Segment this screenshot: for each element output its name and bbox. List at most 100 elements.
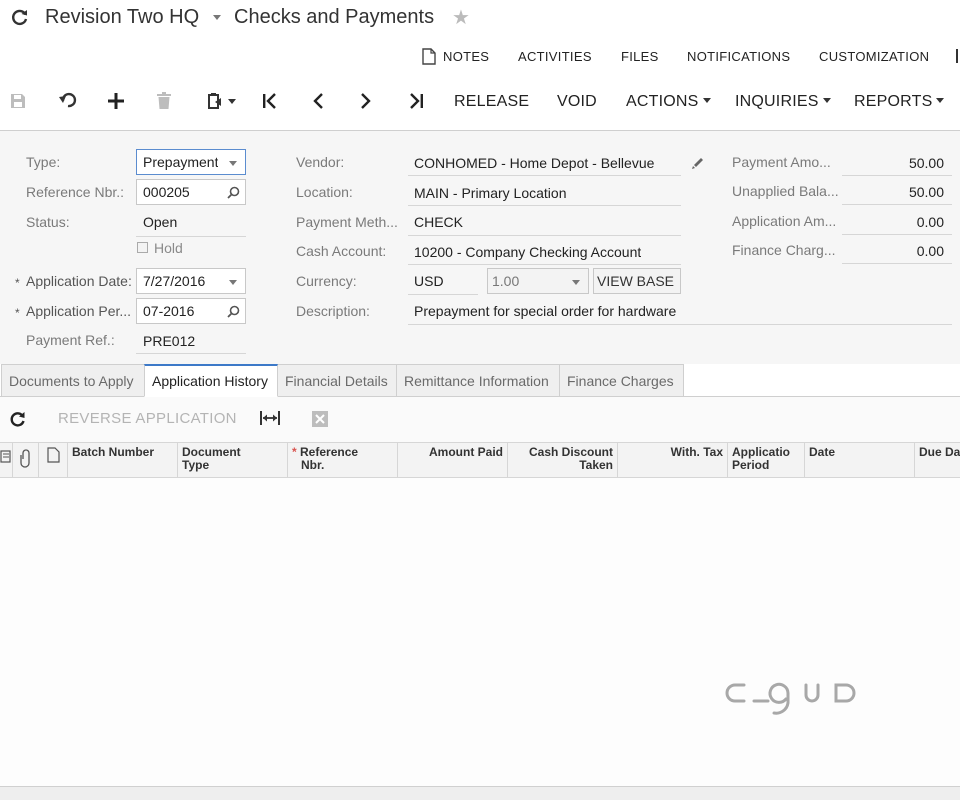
col-application-period-label-2: Period	[732, 458, 770, 472]
type-caret-icon	[229, 161, 237, 166]
required-star: *	[292, 445, 297, 459]
currency-value[interactable]: USD	[414, 273, 444, 289]
col-cash-discount-label-1: Cash Discount	[528, 445, 613, 459]
cloud-watermark-logo	[725, 682, 856, 715]
next-record-icon[interactable]	[355, 89, 377, 113]
description-value[interactable]: Prepayment for special order for hardwar…	[414, 303, 676, 319]
currency-label: Currency:	[296, 273, 357, 289]
cash-account-underline	[408, 264, 681, 265]
app-date-value: 7/27/2016	[143, 273, 206, 289]
notes-icon[interactable]	[422, 48, 436, 65]
payment-amount-label: Payment Amo...	[732, 154, 831, 170]
finance-charges-underline	[842, 263, 952, 264]
type-value: Prepayment	[143, 154, 219, 170]
attachment-column[interactable]	[13, 443, 39, 477]
col-document-type[interactable]: Document Type	[178, 443, 288, 477]
first-record-icon[interactable]	[259, 89, 281, 113]
currency-rate-caret-icon	[572, 280, 580, 285]
unapplied-balance-underline	[842, 204, 952, 205]
unapplied-balance-label: Unapplied Bala...	[732, 183, 839, 199]
currency-rate-field[interactable]: 1.00	[487, 268, 589, 294]
vendor-label: Vendor:	[296, 154, 345, 170]
notes-link[interactable]: NOTES	[443, 49, 489, 64]
payment-amount-underline	[842, 175, 952, 176]
company-caret-icon[interactable]	[213, 15, 221, 20]
note-column[interactable]	[39, 443, 68, 477]
col-due-date-label: Due Dat	[919, 445, 960, 459]
reverse-application-button[interactable]: REVERSE APPLICATION	[58, 410, 237, 427]
required-marker: *	[15, 276, 20, 290]
vendor-underline	[408, 175, 681, 176]
inquiries-label: INQUIRIES	[735, 93, 819, 110]
refresh-icon[interactable]	[10, 7, 30, 27]
paperclip-icon	[20, 449, 30, 468]
edit-pencil-icon[interactable]	[691, 155, 706, 170]
location-underline	[408, 205, 681, 206]
clipboard-icon[interactable]	[203, 89, 239, 113]
col-batch-number[interactable]: Batch Number	[68, 443, 178, 477]
actions-menu[interactable]: ACTIONS	[626, 93, 711, 111]
star-icon[interactable]: ★	[452, 5, 470, 30]
reports-caret-icon	[936, 97, 945, 103]
col-amount-paid[interactable]: Amount Paid	[398, 443, 508, 477]
activities-link[interactable]: ACTIVITIES	[518, 49, 592, 64]
col-with-tax-label: With. Tax	[670, 445, 723, 459]
company-name[interactable]: Revision Two HQ	[45, 6, 199, 29]
reports-menu[interactable]: REPORTS	[854, 93, 945, 111]
app-date-field[interactable]: 7/27/2016	[136, 268, 246, 294]
payment-method-value[interactable]: CHECK	[414, 214, 463, 230]
hold-checkbox[interactable]	[137, 242, 148, 253]
col-date[interactable]: Date	[805, 443, 915, 477]
location-value[interactable]: MAIN - Primary Location	[414, 185, 566, 201]
row-selector-column[interactable]	[0, 443, 13, 477]
export-excel-icon[interactable]	[311, 410, 329, 428]
col-reference-nbr[interactable]: * Reference Nbr.	[288, 443, 398, 477]
tab-remittance-information[interactable]: Remittance Information	[396, 364, 560, 397]
delete-icon[interactable]	[153, 89, 175, 113]
files-link[interactable]: FILES	[621, 49, 659, 64]
undo-icon[interactable]	[57, 89, 79, 113]
release-button[interactable]: RELEASE	[454, 93, 529, 111]
actions-label: ACTIONS	[626, 93, 699, 110]
ref-nbr-search-icon[interactable]	[227, 186, 240, 199]
col-with-tax[interactable]: With. Tax	[618, 443, 728, 477]
app-date-caret-icon[interactable]	[229, 280, 237, 285]
save-icon[interactable]	[7, 89, 29, 113]
customization-link[interactable]: CUSTOMIZATION	[819, 49, 929, 64]
col-application-period[interactable]: Applicatio Period	[728, 443, 805, 477]
grid-refresh-icon[interactable]	[9, 410, 27, 428]
ref-nbr-field[interactable]: 000205	[136, 179, 246, 205]
notifications-link[interactable]: NOTIFICATIONS	[687, 49, 790, 64]
fit-columns-icon[interactable]	[259, 410, 281, 426]
payment-amount-value: 50.00	[908, 155, 944, 171]
last-record-icon[interactable]	[405, 89, 427, 113]
add-icon[interactable]	[105, 89, 127, 113]
cash-account-value[interactable]: 10200 - Company Checking Account	[414, 244, 641, 260]
previous-record-icon[interactable]	[307, 89, 329, 113]
ref-nbr-value: 000205	[143, 184, 190, 200]
payment-ref-label: Payment Ref.:	[26, 332, 115, 348]
app-period-search-icon[interactable]	[227, 305, 240, 318]
location-label: Location:	[296, 184, 353, 200]
payment-ref-value[interactable]: PRE012	[143, 333, 195, 349]
col-reference-nbr-label-1: Reference	[300, 445, 359, 459]
view-base-button[interactable]: VIEW BASE	[593, 268, 681, 294]
app-period-field[interactable]: 07-2016	[136, 298, 246, 324]
col-reference-nbr-label-2: Nbr.	[301, 458, 325, 472]
tab-application-history[interactable]: Application History	[144, 364, 278, 397]
col-cash-discount-taken[interactable]: Cash Discount Taken	[508, 443, 618, 477]
tab-finance-charges[interactable]: Finance Charges	[559, 364, 684, 397]
tab-financial-details[interactable]: Financial Details	[277, 364, 397, 397]
type-select[interactable]: Prepayment	[136, 149, 246, 175]
vendor-value[interactable]: CONHOMED - Home Depot - Bellevue	[414, 155, 654, 171]
status-bar	[0, 786, 960, 800]
currency-underline	[408, 294, 478, 295]
tab-documents-to-apply[interactable]: Documents to Apply	[1, 364, 145, 397]
inquiries-menu[interactable]: INQUIRIES	[735, 93, 831, 111]
void-button[interactable]: VOID	[557, 93, 597, 111]
description-underline	[408, 324, 952, 325]
col-due-date[interactable]: Due Dat	[915, 443, 960, 477]
finance-charges-label: Finance Charg...	[732, 242, 836, 258]
description-label: Description:	[296, 303, 370, 319]
overflow-link-fragment[interactable]	[956, 49, 960, 63]
